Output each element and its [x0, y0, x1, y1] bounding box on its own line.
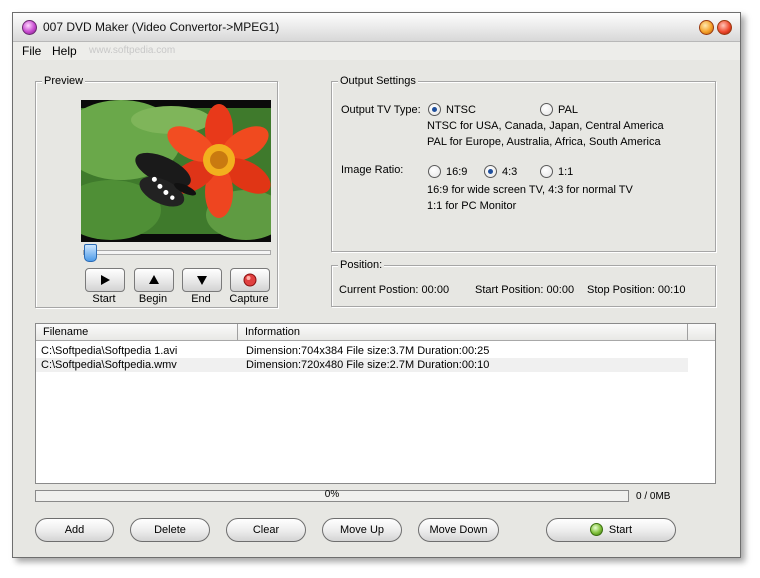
- pal-label[interactable]: PAL: [558, 104, 578, 116]
- row-info: Dimension:720x480 File size:2.7M Duratio…: [246, 359, 490, 371]
- ratio-note-1: 16:9 for wide screen TV, 4:3 for normal …: [427, 184, 633, 196]
- progress-bar: 0%: [35, 489, 629, 502]
- output-settings-group: Output Settings Output TV Type: NTSC PAL…: [331, 75, 716, 252]
- table-row[interactable]: C:\Softpedia\Softpedia 1.avi Dimension:7…: [36, 344, 688, 358]
- ntsc-label[interactable]: NTSC: [446, 104, 476, 116]
- move-down-button[interactable]: Move Down: [418, 518, 499, 542]
- row-filename: C:\Softpedia\Softpedia 1.avi: [41, 345, 178, 357]
- preview-group: Preview Start Begin End Capture: [35, 75, 278, 308]
- close-icon[interactable]: [717, 20, 732, 35]
- app-icon: [22, 20, 37, 35]
- triangle-down-icon: [197, 276, 207, 285]
- window-title: 007 DVD Maker (Video Convertor->MPEG1): [43, 20, 280, 34]
- tv-type-label: Output TV Type:: [341, 104, 421, 116]
- position-title: Position:: [338, 259, 385, 271]
- clear-button[interactable]: Clear: [226, 518, 306, 542]
- stop-position: Stop Position: 00:10: [587, 284, 686, 296]
- ratio-16-9-radio[interactable]: [428, 165, 441, 178]
- ntsc-note: NTSC for USA, Canada, Japan, Central Ame…: [427, 120, 664, 132]
- menu-file[interactable]: File: [22, 44, 41, 58]
- pal-radio[interactable]: [540, 103, 553, 116]
- start-icon: [589, 522, 603, 536]
- start-button[interactable]: Start: [546, 518, 676, 542]
- add-button[interactable]: Add: [35, 518, 114, 542]
- end-button[interactable]: [182, 268, 222, 292]
- file-list-header: Filename Information: [36, 324, 715, 341]
- video-frame-image: [81, 100, 271, 242]
- output-settings-title: Output Settings: [338, 75, 418, 87]
- preview-title: Preview: [42, 75, 86, 87]
- progress-text: 0%: [324, 489, 340, 500]
- pal-note: PAL for Europe, Australia, Africa, South…: [427, 136, 661, 148]
- app-window: 007 DVD Maker (Video Convertor->MPEG1) F…: [12, 12, 741, 558]
- ratio-4-3-label[interactable]: 4:3: [502, 166, 517, 178]
- ratio-4-3-radio[interactable]: [484, 165, 497, 178]
- menu-bar: File Help www.softpedia.com: [13, 42, 740, 60]
- delete-button[interactable]: Delete: [130, 518, 210, 542]
- current-position: Current Postion: 00:00: [339, 284, 450, 296]
- play-icon: [101, 275, 110, 285]
- title-bar[interactable]: 007 DVD Maker (Video Convertor->MPEG1): [13, 13, 740, 42]
- column-information[interactable]: Information: [238, 324, 688, 340]
- capture-label: Capture: [229, 293, 269, 305]
- column-filename[interactable]: Filename: [36, 324, 238, 340]
- row-filename: C:\Softpedia\Softpedia.wmv: [41, 359, 177, 371]
- row-info: Dimension:704x384 File size:3.7M Duratio…: [246, 345, 490, 357]
- image-ratio-label: Image Ratio:: [341, 164, 404, 176]
- ratio-1-1-label[interactable]: 1:1: [558, 166, 573, 178]
- begin-button[interactable]: [134, 268, 174, 292]
- capture-button[interactable]: [230, 268, 270, 292]
- ratio-1-1-radio[interactable]: [540, 165, 553, 178]
- table-row[interactable]: C:\Softpedia\Softpedia.wmv Dimension:720…: [36, 358, 688, 372]
- minimize-icon[interactable]: [699, 20, 714, 35]
- record-icon: [243, 273, 257, 287]
- ratio-16-9-label[interactable]: 16:9: [446, 166, 467, 178]
- menu-help[interactable]: Help: [52, 44, 77, 58]
- start-button-label: Start: [608, 524, 633, 536]
- triangle-up-icon: [149, 275, 159, 284]
- file-list[interactable]: Filename Information C:\Softpedia\Softpe…: [35, 323, 716, 484]
- start-position: Start Position: 00:00: [475, 284, 575, 296]
- column-filename-label: Filename: [43, 326, 89, 338]
- progress-size: 0 / 0MB: [636, 491, 671, 502]
- move-up-button[interactable]: Move Up: [322, 518, 402, 542]
- position-group: Position: Current Postion: 00:00 Start P…: [331, 259, 716, 307]
- ntsc-radio[interactable]: [428, 103, 441, 116]
- seek-slider-thumb[interactable]: [84, 244, 97, 262]
- preview-start-button[interactable]: [85, 268, 125, 292]
- column-information-label: Information: [245, 326, 301, 338]
- seek-slider-track[interactable]: [83, 250, 271, 255]
- video-preview: [81, 100, 271, 242]
- watermark: www.softpedia.com: [89, 45, 176, 56]
- ratio-note-2: 1:1 for PC Monitor: [427, 200, 517, 212]
